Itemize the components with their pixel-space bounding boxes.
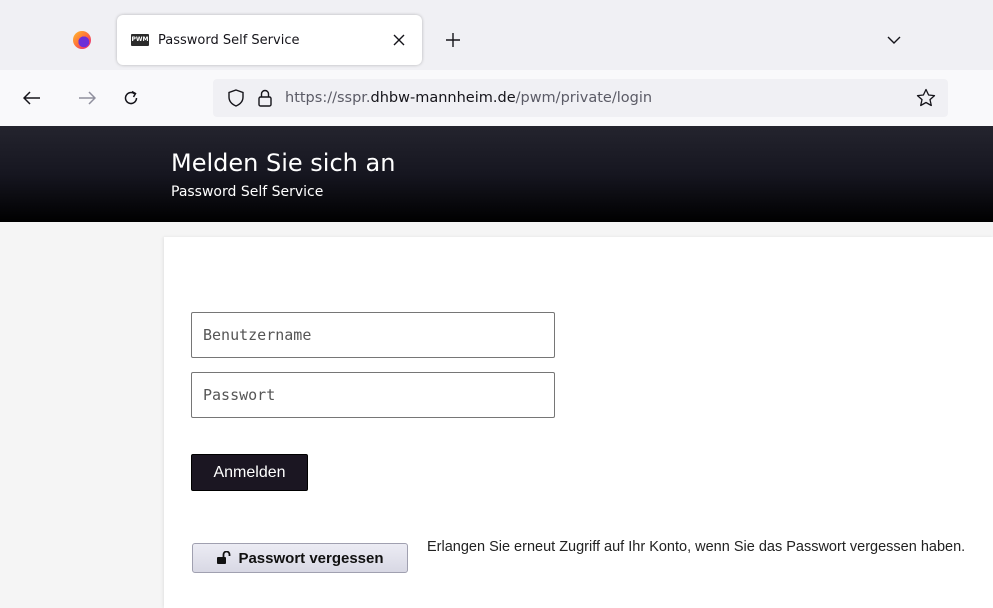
page-content: Anmelden Passwort vergessen Erlangen Sie… xyxy=(0,222,993,608)
tab-title: Password Self Service xyxy=(158,32,300,48)
shield-icon xyxy=(228,89,244,107)
username-input[interactable] xyxy=(191,312,555,358)
back-button[interactable] xyxy=(21,87,43,109)
tracking-protection-button[interactable] xyxy=(227,89,245,107)
password-input[interactable] xyxy=(191,372,555,418)
reload-icon xyxy=(124,90,138,105)
back-arrow-icon xyxy=(23,91,40,105)
forgot-password-description: Erlangen Sie erneut Zugriff auf Ihr Kont… xyxy=(427,539,966,555)
new-tab-button[interactable] xyxy=(440,27,466,53)
close-icon xyxy=(393,34,405,46)
page-header: Melden Sie sich an Password Self Service xyxy=(0,126,993,222)
url-text[interactable]: https://sspr.dhbw-mannheim.de/pwm/privat… xyxy=(285,90,652,106)
site-security-button[interactable] xyxy=(257,89,273,107)
forward-button[interactable] xyxy=(76,87,98,109)
login-panel: Anmelden Passwort vergessen Erlangen Sie… xyxy=(164,237,993,608)
plus-icon xyxy=(446,33,460,47)
browser-tab[interactable]: PWM Password Self Service xyxy=(117,15,422,65)
reload-button[interactable] xyxy=(120,87,142,109)
url-bar[interactable]: https://sspr.dhbw-mannheim.de/pwm/privat… xyxy=(213,79,948,117)
page-title: Melden Sie sich an xyxy=(171,149,396,177)
bookmark-button[interactable] xyxy=(916,88,936,108)
pwm-favicon-icon: PWM xyxy=(131,34,149,46)
login-button[interactable]: Anmelden xyxy=(191,454,308,491)
tab-strip: PWM Password Self Service xyxy=(0,0,993,70)
firefox-menu-button[interactable] xyxy=(70,28,94,52)
url-prefix: https://sspr. xyxy=(285,90,371,106)
navigation-toolbar: https://sspr.dhbw-mannheim.de/pwm/privat… xyxy=(0,70,993,126)
url-path: /pwm/private/login xyxy=(515,90,653,106)
page-subtitle: Password Self Service xyxy=(171,184,324,200)
unlock-icon xyxy=(216,551,232,565)
bookmark-star-icon xyxy=(916,88,936,107)
forward-arrow-icon xyxy=(79,91,96,105)
url-host: dhbw-mannheim.de xyxy=(370,90,516,106)
list-all-tabs-button[interactable] xyxy=(884,30,904,50)
forgot-password-button[interactable]: Passwort vergessen xyxy=(192,543,408,573)
forgot-password-label: Passwort vergessen xyxy=(238,549,384,567)
lock-icon xyxy=(258,89,272,107)
chevron-down-icon xyxy=(887,36,901,44)
tab-close-button[interactable] xyxy=(388,29,410,51)
firefox-icon xyxy=(73,31,91,49)
